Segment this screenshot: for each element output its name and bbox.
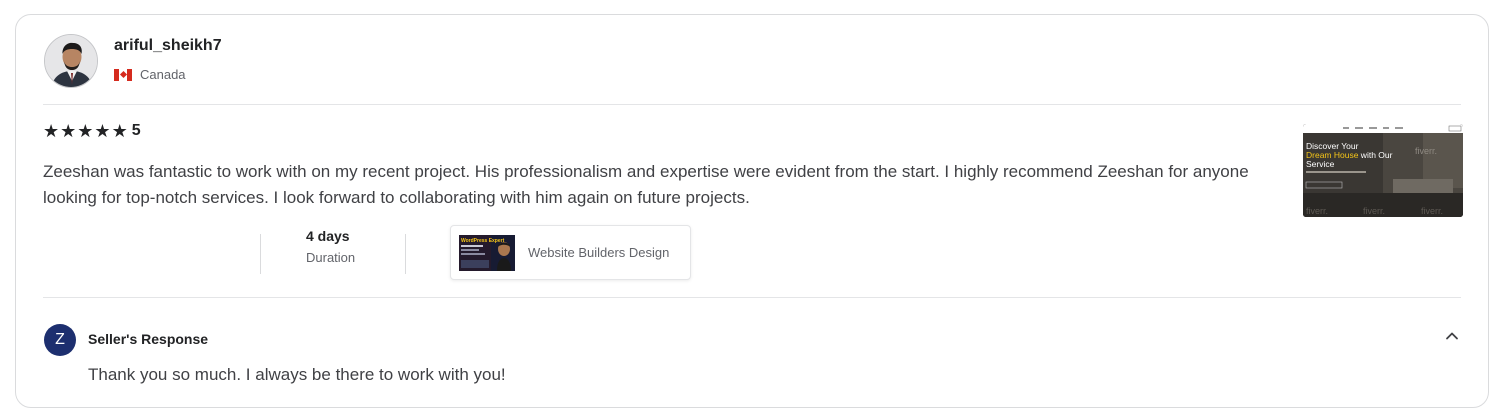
star-rating: ★ ★ ★ ★ ★ 5	[43, 121, 141, 141]
gig-link[interactable]: WordPress Expert Website Builders Design	[450, 225, 691, 280]
divider	[43, 297, 1461, 298]
work-sample-headline-3: with Our	[1358, 150, 1392, 160]
work-sample-watermark: fiverr.	[1415, 146, 1437, 156]
star-icon: ★	[77, 121, 94, 141]
reviewer-username[interactable]: ariful_sheikh7	[114, 37, 222, 55]
seller-response-text: Thank you so much. I always be there to …	[88, 365, 506, 384]
star-icon: ★	[60, 121, 77, 141]
star-icon: ★	[111, 121, 128, 141]
rating-value: 5	[131, 122, 141, 139]
work-sample-thumbnail[interactable]: Discover Your Dream House with Our Servi…	[1303, 124, 1463, 217]
star-icon: ★	[43, 121, 60, 141]
reviewer-avatar[interactable]	[44, 34, 98, 88]
chevron-up-icon[interactable]	[1444, 328, 1460, 344]
review-card: ariful_sheikh7 Canada ★ ★ ★ ★ ★ 5 Zeesha…	[15, 14, 1489, 408]
svg-text:fiverr.: fiverr.	[1421, 206, 1443, 216]
seller-avatar: Z	[44, 324, 76, 356]
gig-thumb-text: WordPress Expert	[461, 238, 505, 244]
duration-value: 4 days	[306, 228, 350, 244]
star-icon: ★	[94, 121, 111, 141]
work-sample-headline-4: Service	[1306, 159, 1335, 169]
seller-response-title: Seller's Response	[88, 331, 209, 347]
gig-thumbnail: WordPress Expert	[459, 234, 515, 271]
divider	[260, 234, 261, 274]
work-sample-image: Discover Your Dream House with Our Servi…	[1303, 124, 1463, 217]
duration-label: Duration	[306, 250, 356, 265]
reviewer-country: Canada	[114, 67, 186, 82]
country-name: Canada	[140, 67, 186, 82]
svg-text:fiverr.: fiverr.	[1306, 206, 1328, 216]
gig-title: Website Builders Design	[528, 245, 670, 260]
divider	[405, 234, 406, 274]
svg-text:fiverr.: fiverr.	[1363, 206, 1385, 216]
reviewer-avatar-image	[45, 35, 97, 87]
canada-flag-icon	[114, 68, 132, 81]
review-text: Zeeshan was fantastic to work with on my…	[43, 162, 1249, 207]
divider	[43, 104, 1461, 105]
gig-thumbnail-image: WordPress Expert	[459, 234, 515, 271]
